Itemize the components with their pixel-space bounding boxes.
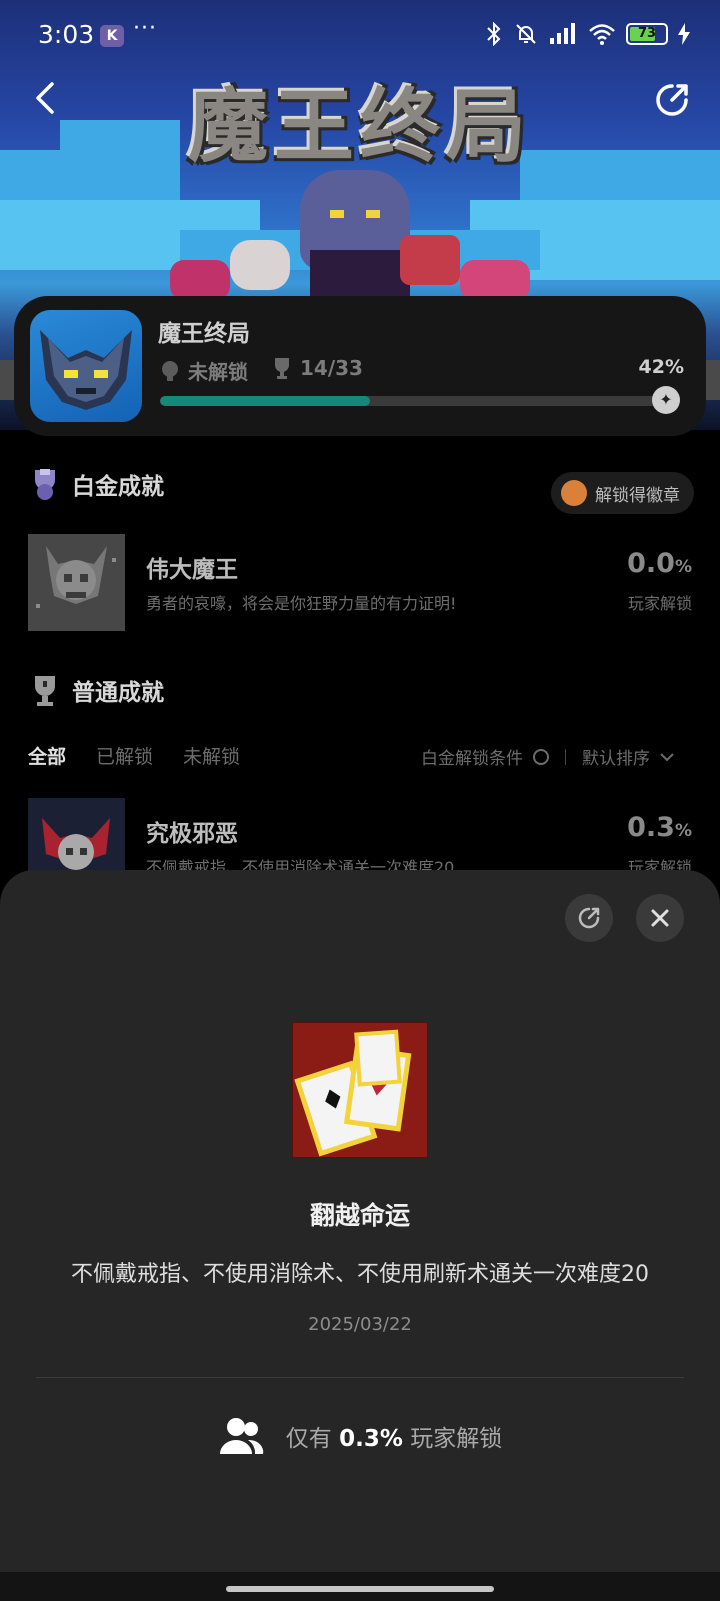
skull-icon (28, 534, 125, 631)
status-bar: 3:03 K ··· 73 (0, 0, 720, 72)
sort-dropdown[interactable]: 默认排序 (582, 744, 650, 769)
signal-icon (550, 23, 575, 44)
share-icon[interactable] (652, 80, 692, 120)
share-icon (578, 907, 600, 929)
more-notifications-icon: ··· (133, 16, 157, 41)
charging-icon (678, 23, 690, 45)
wifi-icon (589, 24, 615, 45)
unlock-badge-button[interactable]: 解锁得徽章 (551, 472, 694, 514)
close-icon (651, 909, 669, 927)
unlock-rate: 0.3% (627, 812, 692, 843)
unlock-rate-label: 玩家解锁 (627, 594, 692, 613)
achievement-title: 伟大魔王 (146, 557, 238, 583)
platinum-section-header: 白金成就 (28, 466, 164, 502)
badge-icon (561, 480, 587, 506)
radio-icon[interactable] (533, 748, 549, 765)
lock-status: 未解锁 (158, 356, 248, 385)
home-indicator[interactable] (226, 1586, 494, 1592)
sheet-close-button[interactable] (636, 894, 684, 942)
sheet-achievement-title: 翻越命运 (309, 1201, 410, 1230)
achievement-desc: 勇者的哀嚎，将会是你狂野力量的有力证明! (146, 594, 457, 613)
unlock-date: 2025/03/22 (308, 1314, 412, 1335)
chevron-down-icon[interactable] (660, 752, 674, 762)
platinum-trophy-icon (162, 360, 178, 381)
platinum-achievement-row[interactable]: 伟大魔王 勇者的哀嚎，将会是你狂野力量的有力证明! 0.0% 玩家解锁 (28, 534, 692, 632)
game-name: 魔王终局 (158, 321, 250, 347)
platinum-trophy-icon (35, 469, 55, 500)
divider (36, 1377, 684, 1378)
achievement-tabs: 全部 已解锁 未解锁 (28, 742, 240, 769)
app-notification-icon: K (100, 25, 124, 47)
bluetooth-icon (487, 22, 501, 46)
mute-bell-icon (516, 24, 536, 44)
banner-title: 魔王终局 (188, 80, 532, 173)
completion-percent: 42% (638, 356, 684, 378)
tab-unlocked[interactable]: 已解锁 (96, 742, 153, 769)
battery-icon: 73 (626, 23, 668, 45)
game-summary-card: 魔王终局 未解锁 14/33 42% ✦ (14, 296, 706, 436)
game-icon[interactable] (30, 310, 142, 422)
playing-cards-icon (292, 1022, 428, 1158)
trophy-icon (35, 676, 55, 706)
platinum-goal-icon: ✦ (652, 386, 680, 414)
unlock-rate: 0.0% (627, 548, 692, 579)
achievement-detail-sheet: 翻越命运 不佩戴戒指、不使用消除术、不使用刷新术通关一次难度20 2025/03… (0, 870, 720, 1601)
back-icon[interactable] (28, 80, 64, 116)
users-icon (219, 1418, 263, 1454)
completion-progress (160, 396, 660, 406)
tab-all[interactable]: 全部 (28, 742, 66, 769)
trophy-count: 14/33 (272, 356, 363, 380)
achievement-title: 究极邪恶 (146, 821, 238, 847)
list-filters: 白金解锁条件 默认排序 (421, 744, 674, 769)
demon-wolf-icon (40, 330, 132, 410)
unlock-stat: 仅有 0.3% 玩家解锁 (0, 1416, 720, 1456)
sheet-share-button[interactable] (565, 894, 613, 942)
tab-locked[interactable]: 未解锁 (183, 742, 240, 769)
platinum-condition-toggle[interactable]: 白金解锁条件 (421, 744, 523, 769)
trophy-icon (275, 358, 289, 379)
status-time: 3:03 (38, 20, 95, 49)
sheet-achievement-desc: 不佩戴戒指、不使用消除术、不使用刷新术通关一次难度20 (71, 1262, 649, 1287)
normal-section-header: 普通成就 (28, 672, 164, 708)
divider (565, 748, 566, 765)
